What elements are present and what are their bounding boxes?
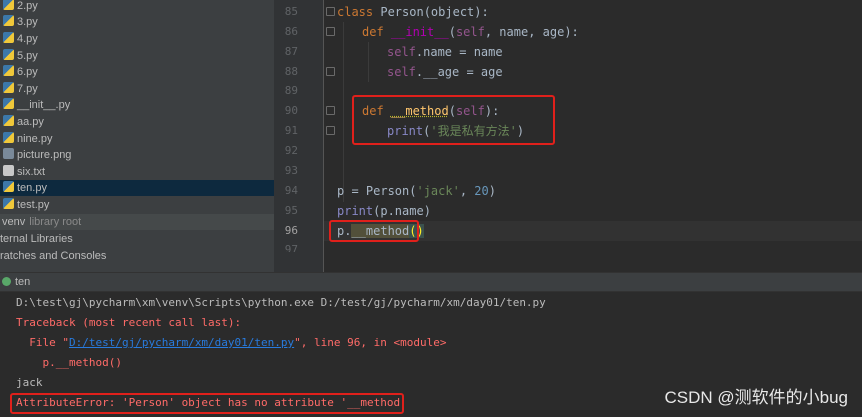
python-file-icon <box>3 115 14 126</box>
tree-item-label: 3.py <box>17 16 38 28</box>
console-file-link[interactable]: D:/test/gj/pycharm/xm/day01/ten.py <box>69 336 294 349</box>
project-tree: 2.py 3.py 4.py 5.py 6.py 7.py __init__.p… <box>0 0 274 272</box>
venv-label: venv <box>2 216 26 228</box>
console-command: D:\test\gj\pycharm\xm\venv\Scripts\pytho… <box>16 296 546 309</box>
annotation-box-method-def <box>352 95 555 145</box>
venv-sublabel: library root <box>29 216 82 228</box>
line-number: 97 <box>284 243 298 252</box>
line-number: 87 <box>284 45 298 58</box>
code-line-86[interactable]: def __init__(self, name, age): <box>362 22 579 42</box>
run-panel-header: ten <box>0 272 862 292</box>
tree-item[interactable]: 5.py <box>0 48 274 64</box>
indent-guide <box>343 22 344 202</box>
tree-item-label: 5.py <box>17 50 38 62</box>
tree-item[interactable]: aa.py <box>0 114 274 130</box>
code-line-95[interactable]: print(p.name) <box>337 201 431 221</box>
python-file-icon <box>3 198 14 209</box>
line-number: 86 <box>284 25 298 38</box>
tree-item-external-libraries[interactable]: ternal Libraries <box>0 231 274 247</box>
tree-item[interactable]: 7.py <box>0 81 274 97</box>
image-file-icon <box>3 148 14 159</box>
tree-item[interactable]: 6.py <box>0 64 274 80</box>
line-number: 94 <box>284 184 298 197</box>
run-tab[interactable]: ten <box>0 273 38 292</box>
python-file-icon <box>3 32 14 43</box>
tree-item[interactable]: picture.png <box>0 147 274 163</box>
line-number: 89 <box>284 84 298 97</box>
tree-item-label: test.py <box>17 199 50 211</box>
code-line-87[interactable]: self.name = name <box>387 42 503 62</box>
line-number: 88 <box>284 65 298 78</box>
tree-item[interactable]: six.txt <box>0 164 274 180</box>
tree-item-label: six.txt <box>17 166 46 178</box>
tree-item-label: picture.png <box>17 149 72 161</box>
tree-item-label: 7.py <box>17 83 38 95</box>
line-number: 90 <box>284 104 298 117</box>
tree-item-label: 4.py <box>17 33 38 45</box>
python-file-icon <box>3 132 14 143</box>
tree-item-label: ten.py <box>17 182 47 194</box>
line-number: 95 <box>284 204 298 217</box>
python-file-icon <box>3 0 14 10</box>
tree-item[interactable]: 4.py <box>0 31 274 47</box>
python-file-icon <box>3 82 14 93</box>
console-file-line: File "D:/test/gj/pycharm/xm/day01/ten.py… <box>16 336 447 349</box>
python-file-icon <box>3 15 14 26</box>
fold-marker-icon[interactable] <box>326 7 335 16</box>
tree-item[interactable]: 2.py <box>0 0 274 14</box>
line-number-current: 96 <box>284 224 298 237</box>
console-traceback: Traceback (most recent call last): <box>16 316 242 329</box>
tree-item[interactable]: nine.py <box>0 131 274 147</box>
fold-marker-icon[interactable] <box>326 106 335 115</box>
tree-item-label: aa.py <box>17 116 44 128</box>
indent-guide <box>368 42 369 82</box>
python-file-icon <box>3 65 14 76</box>
python-file-icon <box>3 49 14 60</box>
run-icon <box>2 277 11 286</box>
tree-item-label: ratches and Consoles <box>0 250 107 262</box>
tree-item-label: ternal Libraries <box>0 233 73 245</box>
annotation-box-error <box>10 393 404 414</box>
text-file-icon <box>3 165 14 176</box>
python-file-icon <box>3 98 14 109</box>
fold-marker-icon[interactable] <box>326 126 335 135</box>
fold-marker-icon[interactable] <box>326 67 335 76</box>
tree-item[interactable]: 3.py <box>0 14 274 30</box>
tree-item-label: 6.py <box>17 66 38 78</box>
tree-item[interactable]: test.py <box>0 197 274 213</box>
line-number: 92 <box>284 144 298 157</box>
tree-item-label: 2.py <box>17 0 38 12</box>
run-tab-label: ten <box>15 276 31 288</box>
line-number: 93 <box>284 164 298 177</box>
tree-item[interactable]: __init__.py <box>0 97 274 113</box>
tree-item-scratches[interactable]: ratches and Consoles <box>0 248 274 264</box>
fold-marker-icon[interactable] <box>326 27 335 36</box>
annotation-box-method-call <box>329 220 419 242</box>
console-output: jack <box>16 376 43 389</box>
tree-item-venv[interactable]: venv library root <box>0 214 274 230</box>
console-source-line: p.__method() <box>16 356 122 369</box>
python-file-icon <box>3 181 14 192</box>
code-line-94[interactable]: p = Person('jack', 20) <box>337 181 496 201</box>
code-line-85[interactable]: class Person(object): <box>337 2 489 22</box>
tree-item-label: nine.py <box>17 133 53 145</box>
tree-item-selected[interactable]: ten.py <box>0 180 274 196</box>
line-number: 85 <box>284 5 298 18</box>
watermark: CSDN @测软件的小bug <box>664 388 848 407</box>
code-line-88[interactable]: self.__age = age <box>387 62 503 82</box>
tree-item-label: __init__.py <box>17 99 71 111</box>
line-number: 91 <box>284 124 298 137</box>
